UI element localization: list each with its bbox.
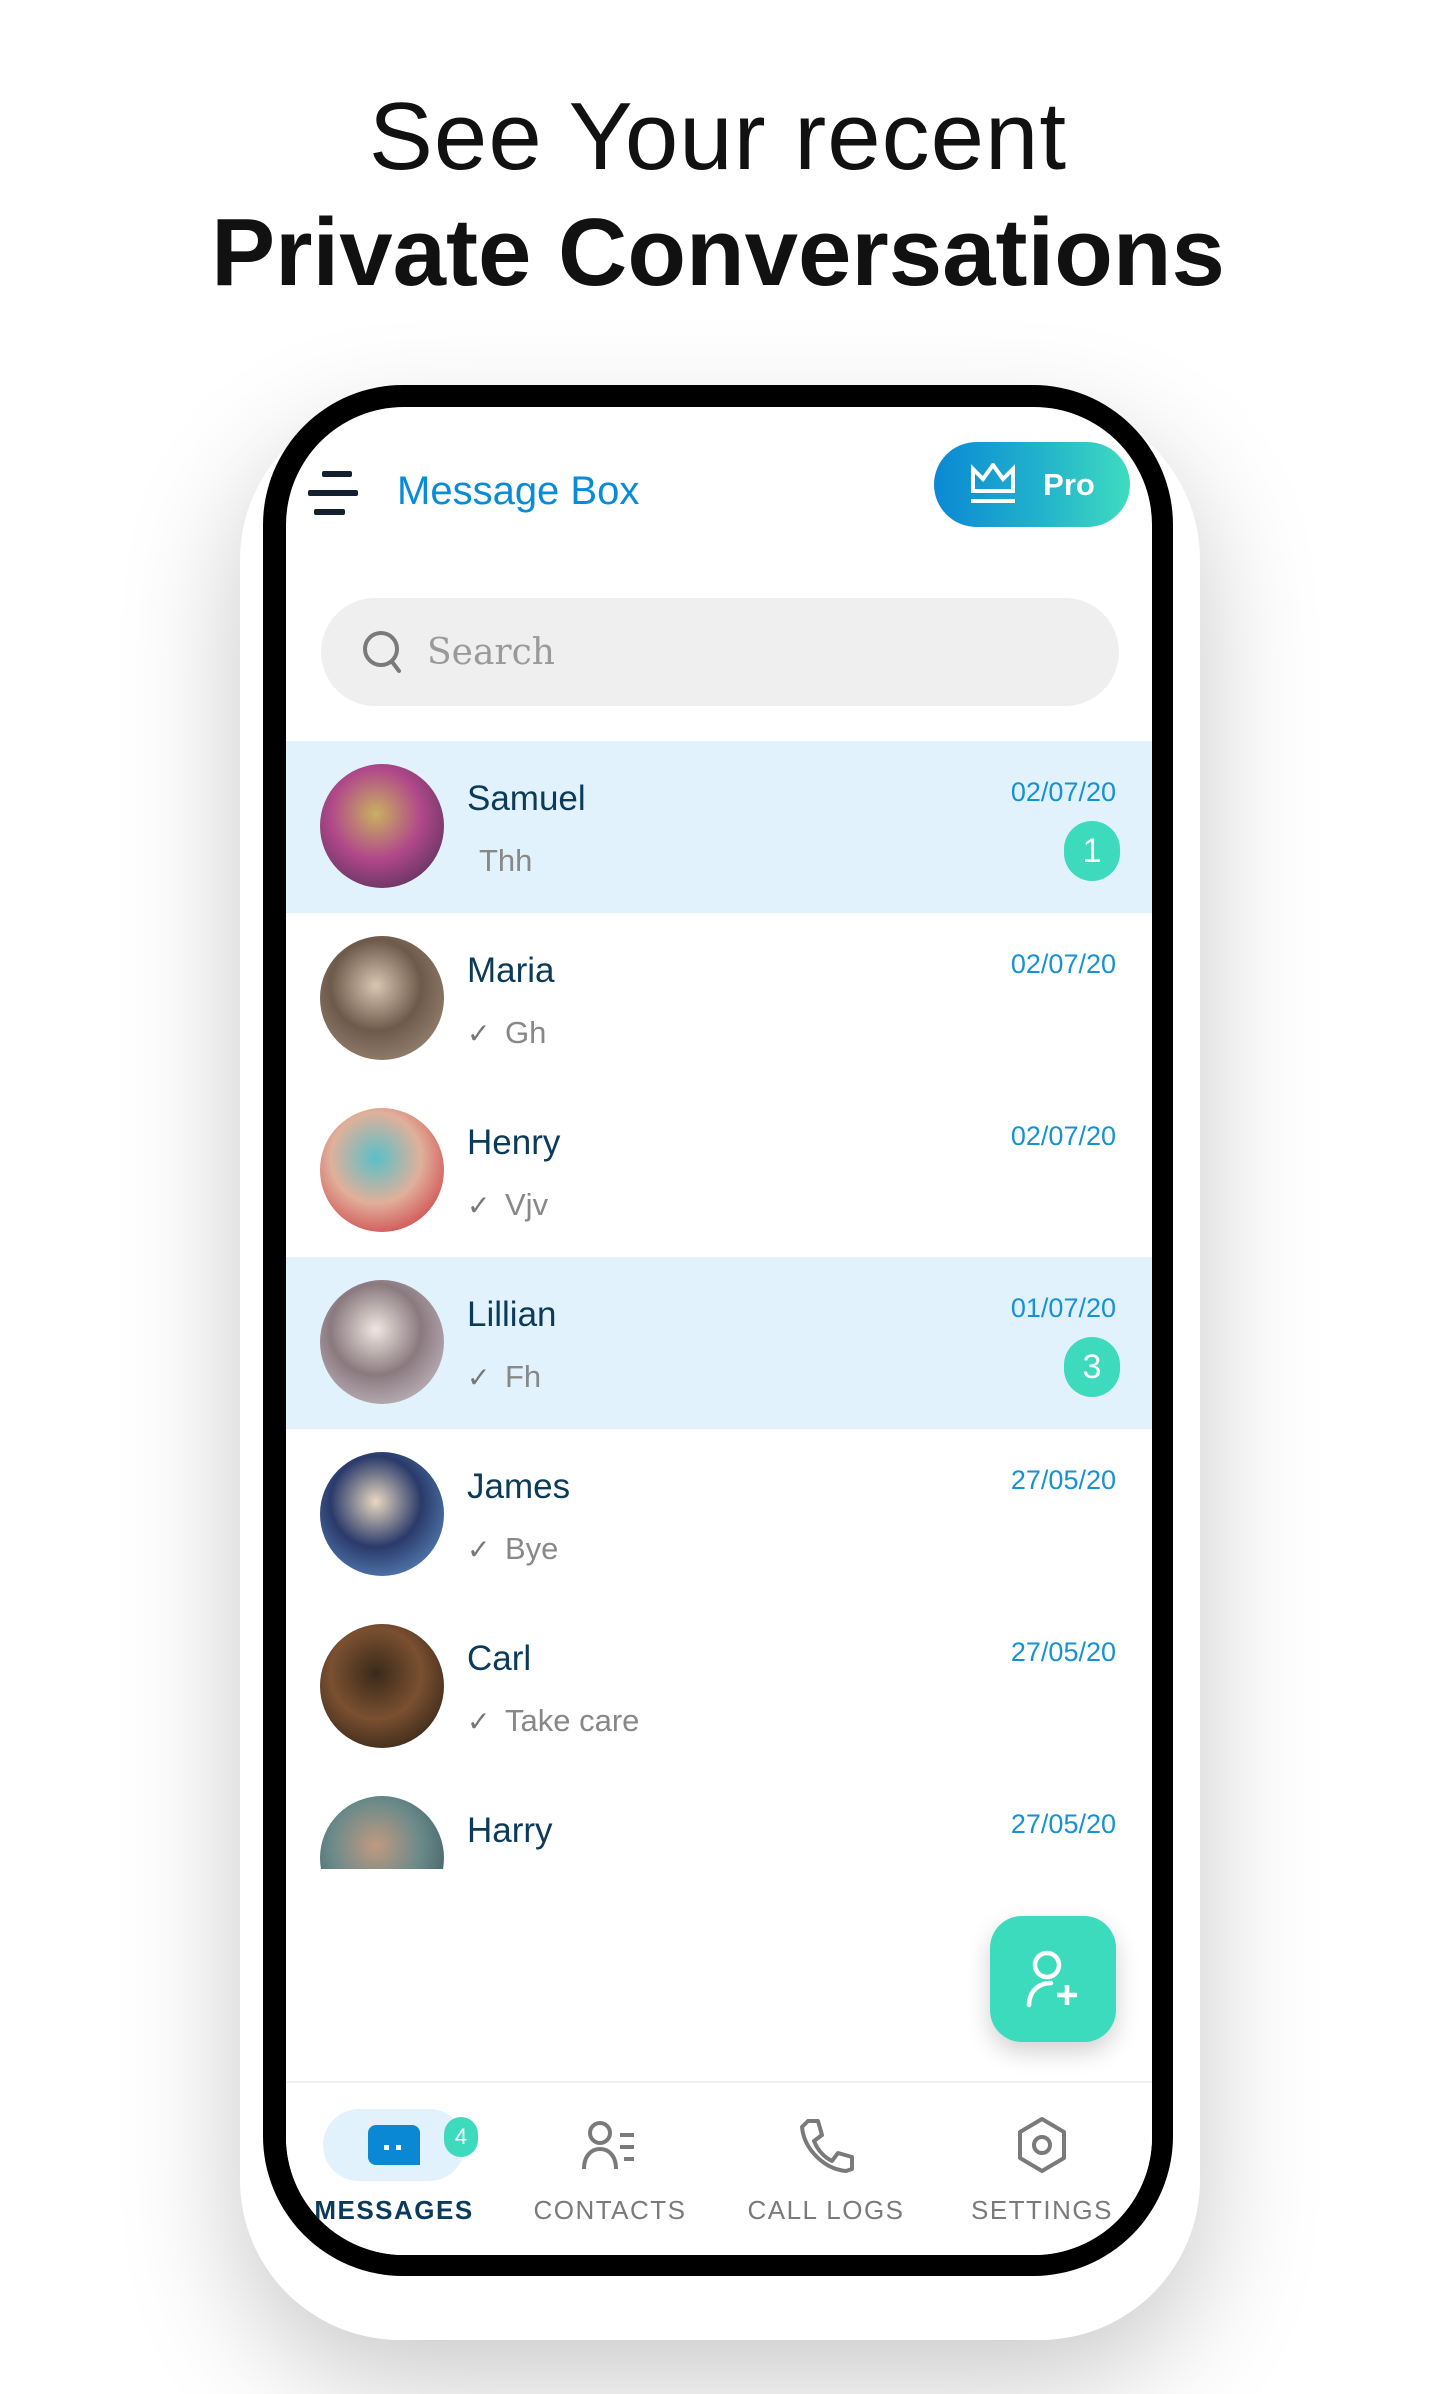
contact-name: James — [467, 1467, 571, 1506]
nav-label: MESSAGES — [314, 2195, 474, 2225]
contact-name: Maria — [467, 951, 555, 990]
headline-line-2: Private Conversations — [211, 199, 1225, 306]
nav-tab-call-logs[interactable]: CALL LOGS — [718, 2083, 934, 2255]
conversation-row[interactable]: James ✓ Bye 27/05/20 — [286, 1429, 1152, 1601]
nav-icon-wrap — [971, 2109, 1113, 2181]
headline-line-1: See Your recent — [368, 83, 1068, 190]
preview-text: Take care — [505, 1703, 640, 1738]
nav-icon-wrap — [539, 2109, 681, 2181]
contact-name: Henry — [467, 1123, 561, 1162]
preview-text: Vjv — [505, 1187, 549, 1222]
search-icon — [363, 631, 401, 673]
conversation-row[interactable]: Maria ✓ Gh 02/07/20 — [286, 913, 1152, 1085]
avatar[interactable] — [320, 936, 444, 1060]
contact-name: Carl — [467, 1639, 532, 1678]
nav-tab-messages[interactable]: 4 MESSAGES — [286, 2083, 502, 2255]
sent-check-icon: ✓ — [467, 1533, 491, 1565]
conversation-row[interactable]: Henry ✓ Vjv 02/07/20 — [286, 1085, 1152, 1257]
message-date: 27/05/20 — [1010, 1637, 1116, 1667]
message-date: 02/07/20 — [1010, 1121, 1116, 1151]
avatar[interactable] — [320, 1452, 444, 1576]
avatar[interactable] — [320, 764, 444, 888]
conversation-row[interactable]: Lillian ✓ Fh 01/07/20 3 — [286, 1257, 1152, 1429]
sent-check-icon: ✓ — [467, 1017, 491, 1049]
phone-frame: Message Box Pro Samuel Thh 02/07/20 1 Maria ✓… — [263, 385, 1173, 2276]
message-date: 02/07/20 — [1010, 949, 1116, 979]
message-preview: ✓ Gh — [467, 1015, 546, 1051]
unread-count-badge: 3 — [1064, 1337, 1120, 1397]
add-contact-fab[interactable] — [990, 1916, 1116, 2042]
nav-label: CONTACTS — [533, 2195, 687, 2225]
sent-check-icon: ✓ — [467, 1189, 491, 1221]
avatar[interactable] — [320, 1796, 444, 1869]
avatar[interactable] — [320, 1280, 444, 1404]
message-date: 27/05/20 — [1010, 1465, 1116, 1495]
messages-unread-badge: 4 — [444, 2117, 478, 2157]
nav-icon-wrap — [755, 2109, 897, 2181]
avatar[interactable] — [320, 1108, 444, 1232]
conversation-row[interactable]: Carl ✓ Take care 27/05/20 — [286, 1601, 1152, 1773]
message-preview: ✓ Fh — [467, 1359, 541, 1395]
nav-tab-contacts[interactable]: CONTACTS — [502, 2083, 718, 2255]
menu-icon-line — [322, 471, 352, 477]
bottom-navigation: 4 MESSAGES CONTACTS CALL LOGS SETTINGS — [286, 2081, 1152, 2255]
conversation-list[interactable]: Samuel Thh 02/07/20 1 Maria ✓ Gh 02/07/20 Henry ✓… — [286, 741, 1152, 1869]
message-preview: ✓ Take care — [467, 1703, 639, 1739]
add-contact-icon — [1026, 1950, 1077, 2008]
contact-name: Lillian — [467, 1295, 557, 1334]
message-preview: ✓ Bye — [467, 1531, 558, 1567]
message-date: 02/07/20 — [1010, 777, 1116, 807]
settings-hexagon-icon — [1018, 2117, 1066, 2173]
pro-upgrade-button[interactable]: Pro — [934, 442, 1130, 527]
conversation-row[interactable]: Harry✓✓How are you?27/05/20 — [286, 1773, 1152, 1869]
nav-label: SETTINGS — [970, 2195, 1113, 2225]
app-title: Message Box — [397, 469, 640, 513]
crown-icon — [971, 462, 1016, 503]
nav-icon-wrap: 4 — [323, 2109, 478, 2181]
avatar[interactable] — [320, 1624, 444, 1748]
preview-text: Gh — [505, 1015, 547, 1050]
search-bar[interactable] — [321, 598, 1119, 706]
unread-count-badge: 1 — [1064, 821, 1120, 881]
contact-name: Samuel — [467, 779, 586, 818]
chat-bubble-icon — [368, 2125, 420, 2165]
conversation-row[interactable]: Samuel Thh 02/07/20 1 — [286, 741, 1152, 913]
contact-name: Harry — [467, 1811, 553, 1850]
preview-text: Fh — [505, 1359, 542, 1394]
message-preview: ✓ Vjv — [467, 1187, 548, 1223]
preview-text: Thh — [479, 843, 533, 878]
menu-button[interactable] — [308, 471, 360, 519]
nav-tab-settings[interactable]: SETTINGS — [934, 2083, 1150, 2255]
search-input[interactable] — [425, 630, 1029, 674]
phone-icon — [800, 2119, 854, 2173]
message-preview: Thh — [467, 843, 532, 879]
sent-check-icon: ✓ — [467, 1705, 491, 1737]
nav-label: CALL LOGS — [747, 2195, 905, 2225]
contacts-list-icon — [582, 2121, 634, 2170]
message-date: 01/07/20 — [1010, 1293, 1116, 1323]
menu-icon-line — [308, 490, 358, 496]
sent-check-icon: ✓ — [467, 1361, 491, 1393]
pro-label: Pro — [1043, 466, 1095, 502]
message-date: 27/05/20 — [1010, 1809, 1116, 1839]
app-screen: Message Box Pro Samuel Thh 02/07/20 1 Maria ✓… — [286, 407, 1152, 2255]
preview-text: Bye — [505, 1531, 559, 1566]
menu-icon-line — [314, 509, 345, 515]
